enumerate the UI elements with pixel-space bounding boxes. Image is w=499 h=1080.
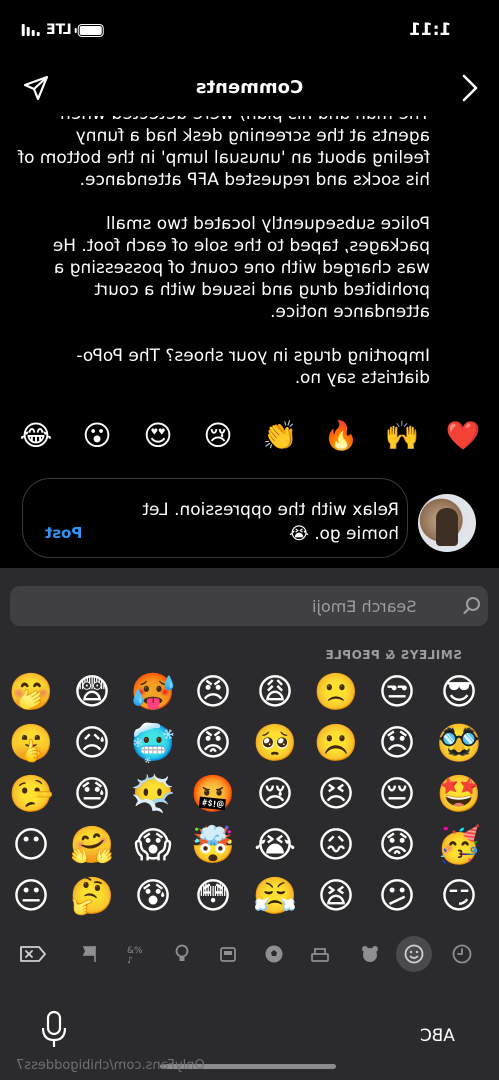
signal-icon <box>22 24 40 36</box>
watermark: OnlyFans.com/chibigoddess7 <box>16 1058 205 1073</box>
page-title: Comments <box>195 77 304 98</box>
reaction-fire[interactable]: 🔥 <box>323 418 359 454</box>
emoji-key[interactable]: 😶‍🌫️ <box>130 772 176 818</box>
delete-backspace-icon[interactable] <box>16 940 48 968</box>
battery-icon <box>77 23 104 37</box>
emoji-key[interactable]: 😳 <box>190 874 236 920</box>
emoji-key[interactable]: 😭 <box>252 823 298 869</box>
emoji-key[interactable]: 🤫 <box>8 721 54 767</box>
comment-paragraph: The man and his plan) were detected when… <box>18 116 430 190</box>
emoji-key[interactable]: 😒 <box>374 670 420 716</box>
emoji-key[interactable]: 🥸 <box>436 721 482 767</box>
quick-reaction-bar: ❤️ 🙌 🔥 👏 😢 😍 😮 😂 <box>0 412 499 462</box>
back-chevron-icon[interactable] <box>455 72 483 104</box>
emoji-search-input[interactable]: Search Emoji <box>10 586 488 626</box>
post-button[interactable]: Post <box>45 524 82 542</box>
emoji-key[interactable]: 🤗 <box>69 823 115 869</box>
emoji-key[interactable]: 😡 <box>190 721 236 767</box>
comment-composer: Relax with the oppression. Let homie go.… <box>0 476 499 568</box>
emoji-key[interactable]: 😰 <box>130 874 176 920</box>
emoji-key[interactable]: 😞 <box>374 721 420 767</box>
emoji-grid: 😎 😒 🙁 😩 😠 🥵 😨 🤭 🥸 😞 ☹️ 🥺 😡 🥶 😥 🤫 🤩 😔 😣 😢… <box>0 670 499 920</box>
header: Comments <box>0 62 499 116</box>
activity-category-icon[interactable] <box>260 940 288 968</box>
comment-input[interactable]: Relax with the oppression. Let homie go.… <box>22 478 408 558</box>
emoji-key[interactable]: 😤 <box>252 874 298 920</box>
emoji-key[interactable]: 😏 <box>436 874 482 920</box>
objects-category-icon[interactable] <box>168 940 196 968</box>
emoji-key[interactable]: 😓 <box>69 772 115 818</box>
emoji-key[interactable]: 😔 <box>374 772 420 818</box>
abc-button[interactable]: ABC <box>420 1026 455 1046</box>
recent-clock-icon[interactable] <box>448 940 476 968</box>
symbols-category-icon[interactable]: &% ♪ <box>122 940 150 968</box>
emoji-key[interactable]: 😕 <box>374 874 420 920</box>
search-icon <box>463 597 480 615</box>
emoji-key[interactable]: 😫 <box>313 874 359 920</box>
emoji-key[interactable]: 😠 <box>190 670 236 716</box>
svg-text:♪: ♪ <box>127 956 133 965</box>
comment-input-text[interactable]: Relax with the oppression. Let homie go.… <box>123 498 399 546</box>
emoji-category-bar: &% ♪ <box>0 930 499 978</box>
emoji-key[interactable]: 😢 <box>252 772 298 818</box>
flags-category-icon[interactable] <box>76 940 104 968</box>
emoji-section-label: SMILEYS & PEOPLE <box>325 648 462 662</box>
emoji-key[interactable]: 🤯 <box>190 823 236 869</box>
emoji-key[interactable]: 🥺 <box>252 721 298 767</box>
emoji-key[interactable]: 🤩 <box>436 772 482 818</box>
emoji-keyboard: Search Emoji SMILEYS & PEOPLE 😎 😒 🙁 😩 😠 … <box>0 568 499 1080</box>
search-placeholder: Search Emoji <box>312 597 417 616</box>
emoji-key[interactable]: 🥵 <box>130 670 176 716</box>
reaction-clap[interactable]: 👏 <box>262 418 298 454</box>
reaction-laughing[interactable]: 😂 <box>18 418 54 454</box>
comment-paragraph: Police subsequently located two small pa… <box>52 214 430 322</box>
status-time: 1:11 <box>408 20 451 40</box>
network-label: LTE <box>46 22 72 38</box>
status-bar: 1:11 LTE <box>0 0 499 62</box>
reaction-heart-eyes[interactable]: 😍 <box>140 418 176 454</box>
emoji-key[interactable]: 😥 <box>69 721 115 767</box>
emoji-key[interactable]: 🥳 <box>436 823 482 869</box>
status-indicators: LTE <box>22 22 104 38</box>
emoji-key[interactable]: 😐 <box>8 874 54 920</box>
travel-category-icon[interactable] <box>214 940 242 968</box>
svg-text:&%: &% <box>127 946 143 956</box>
emoji-key[interactable]: 😎 <box>436 670 482 716</box>
emoji-key[interactable]: 😟 <box>374 823 420 869</box>
emoji-key[interactable]: 😩 <box>252 670 298 716</box>
emoji-key[interactable]: 😶 <box>8 823 54 869</box>
smileys-category-icon[interactable] <box>396 936 432 972</box>
emoji-key[interactable]: 😖 <box>313 823 359 869</box>
reaction-heart[interactable]: ❤️ <box>445 418 481 454</box>
keyboard-bottom-bar: ABC <box>0 998 499 1058</box>
emoji-key[interactable]: 🤥 <box>8 772 54 818</box>
food-category-icon[interactable] <box>306 940 334 968</box>
reaction-crying[interactable]: 😢 <box>200 418 236 454</box>
emoji-key[interactable]: 😨 <box>69 670 115 716</box>
emoji-key[interactable]: 🤬 <box>190 772 236 818</box>
comment-paragraph: Importing drugs in your shoes? The PoPo-… <box>76 346 430 388</box>
reaction-surprised[interactable]: 😮 <box>79 418 115 454</box>
comment-body: The man and his plan) were detected when… <box>0 116 499 402</box>
emoji-key[interactable]: 😱 <box>130 823 176 869</box>
avatar <box>418 494 476 552</box>
emoji-key[interactable]: ☹️ <box>313 721 359 767</box>
emoji-key[interactable]: 🤔 <box>69 874 115 920</box>
emoji-key[interactable]: 🙁 <box>313 670 359 716</box>
emoji-key[interactable]: 😣 <box>313 772 359 818</box>
emoji-key[interactable]: 🥶 <box>130 721 176 767</box>
emoji-key[interactable]: 🤭 <box>8 670 54 716</box>
microphone-icon[interactable] <box>40 1010 68 1050</box>
animals-category-icon[interactable] <box>356 940 384 968</box>
reaction-raised-hands[interactable]: 🙌 <box>384 418 420 454</box>
